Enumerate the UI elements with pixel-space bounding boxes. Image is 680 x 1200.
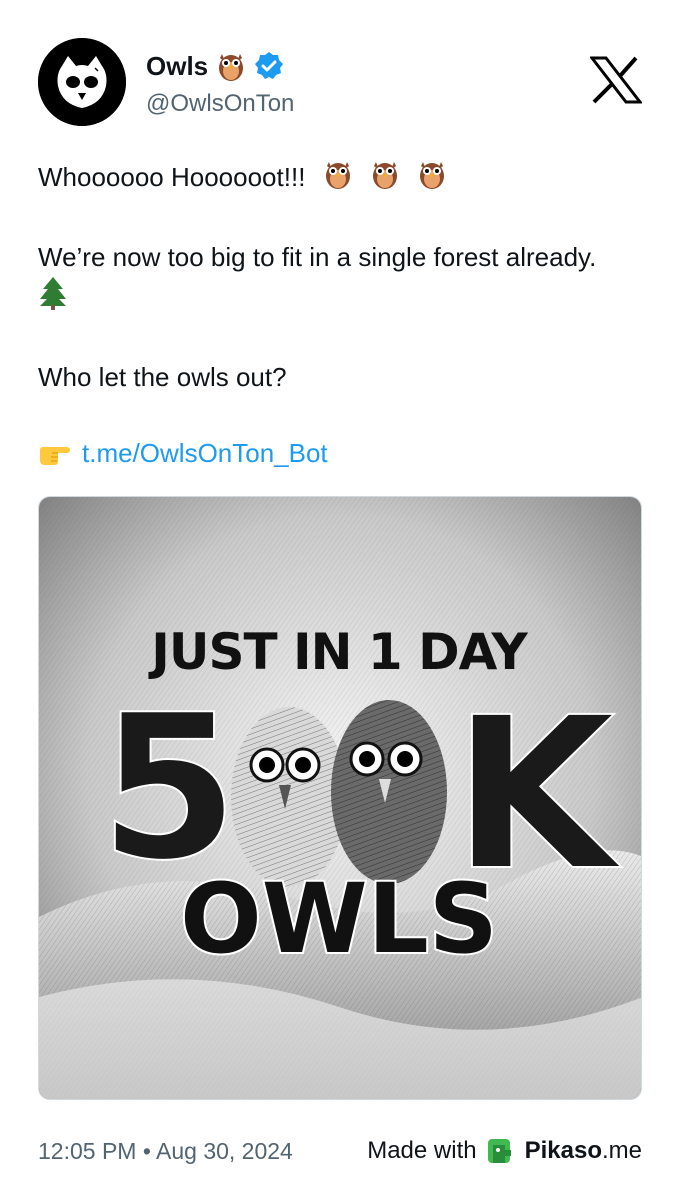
link-row: t.me/OwlsOnTon_Bot: [38, 434, 642, 472]
made-with-pikaso[interactable]: Made with Pikaso.me: [367, 1136, 642, 1166]
owls-milestone-artwork: JUST IN 1 DAY 5 K OWLS: [39, 497, 641, 1099]
tweet-footer: 12:05 PM • Aug 30, 2024 Made with Pikaso…: [38, 1134, 642, 1170]
telegram-bot-link[interactable]: t.me/OwlsOnTon_Bot: [82, 434, 328, 472]
name-row: Owls: [146, 50, 284, 82]
pikaso-logo-icon: [487, 1139, 511, 1163]
right-owl-illustration: [331, 700, 447, 884]
tweet-media-image[interactable]: JUST IN 1 DAY 5 K OWLS: [38, 496, 642, 1100]
timestamp[interactable]: 12:05 PM • Aug 30, 2024: [38, 1138, 293, 1165]
evergreen-tree-icon: [38, 276, 68, 320]
avatar[interactable]: [38, 38, 126, 126]
handle[interactable]: @OwlsOnTon: [146, 90, 294, 118]
verified-badge-icon: [255, 52, 284, 79]
made-with-label: Made with: [367, 1137, 477, 1164]
tweet-line-3: Who let the owls out?: [38, 362, 287, 393]
pointing-hand-icon: [38, 440, 72, 466]
display-name[interactable]: Owls: [146, 51, 208, 82]
tweet-line-2: We’re now too big to fit in a single for…: [38, 238, 642, 320]
owl-emoji-icon: [219, 54, 244, 81]
pikaso-brand-suffix: .me: [601, 1137, 642, 1164]
left-owl-illustration: [231, 707, 347, 887]
pikaso-brand: Pikaso.me: [525, 1137, 642, 1165]
tweet-header: Owls @OwlsOnTon: [38, 38, 642, 128]
x-logo-icon[interactable]: [590, 56, 642, 104]
media-owls-word: OWLS: [180, 863, 498, 975]
owl-emoji-icon: [417, 158, 447, 200]
tweet-line-1: Whoooooo Hoooooot!!!: [38, 158, 642, 200]
pikaso-brand-name: Pikaso: [524, 1137, 602, 1164]
tweet-body: Whoooooo Hoooooot!!! We’re now too big t…: [38, 158, 642, 472]
owl-emoji-icon: [323, 158, 353, 200]
tweet-line-2-text: We’re now too big to fit in a single for…: [38, 242, 597, 273]
owl-emoji-icon: [370, 158, 400, 200]
owl-mask-icon: [38, 38, 126, 126]
tweet-line-1-text: Whoooooo Hoooooot!!!: [38, 162, 306, 192]
